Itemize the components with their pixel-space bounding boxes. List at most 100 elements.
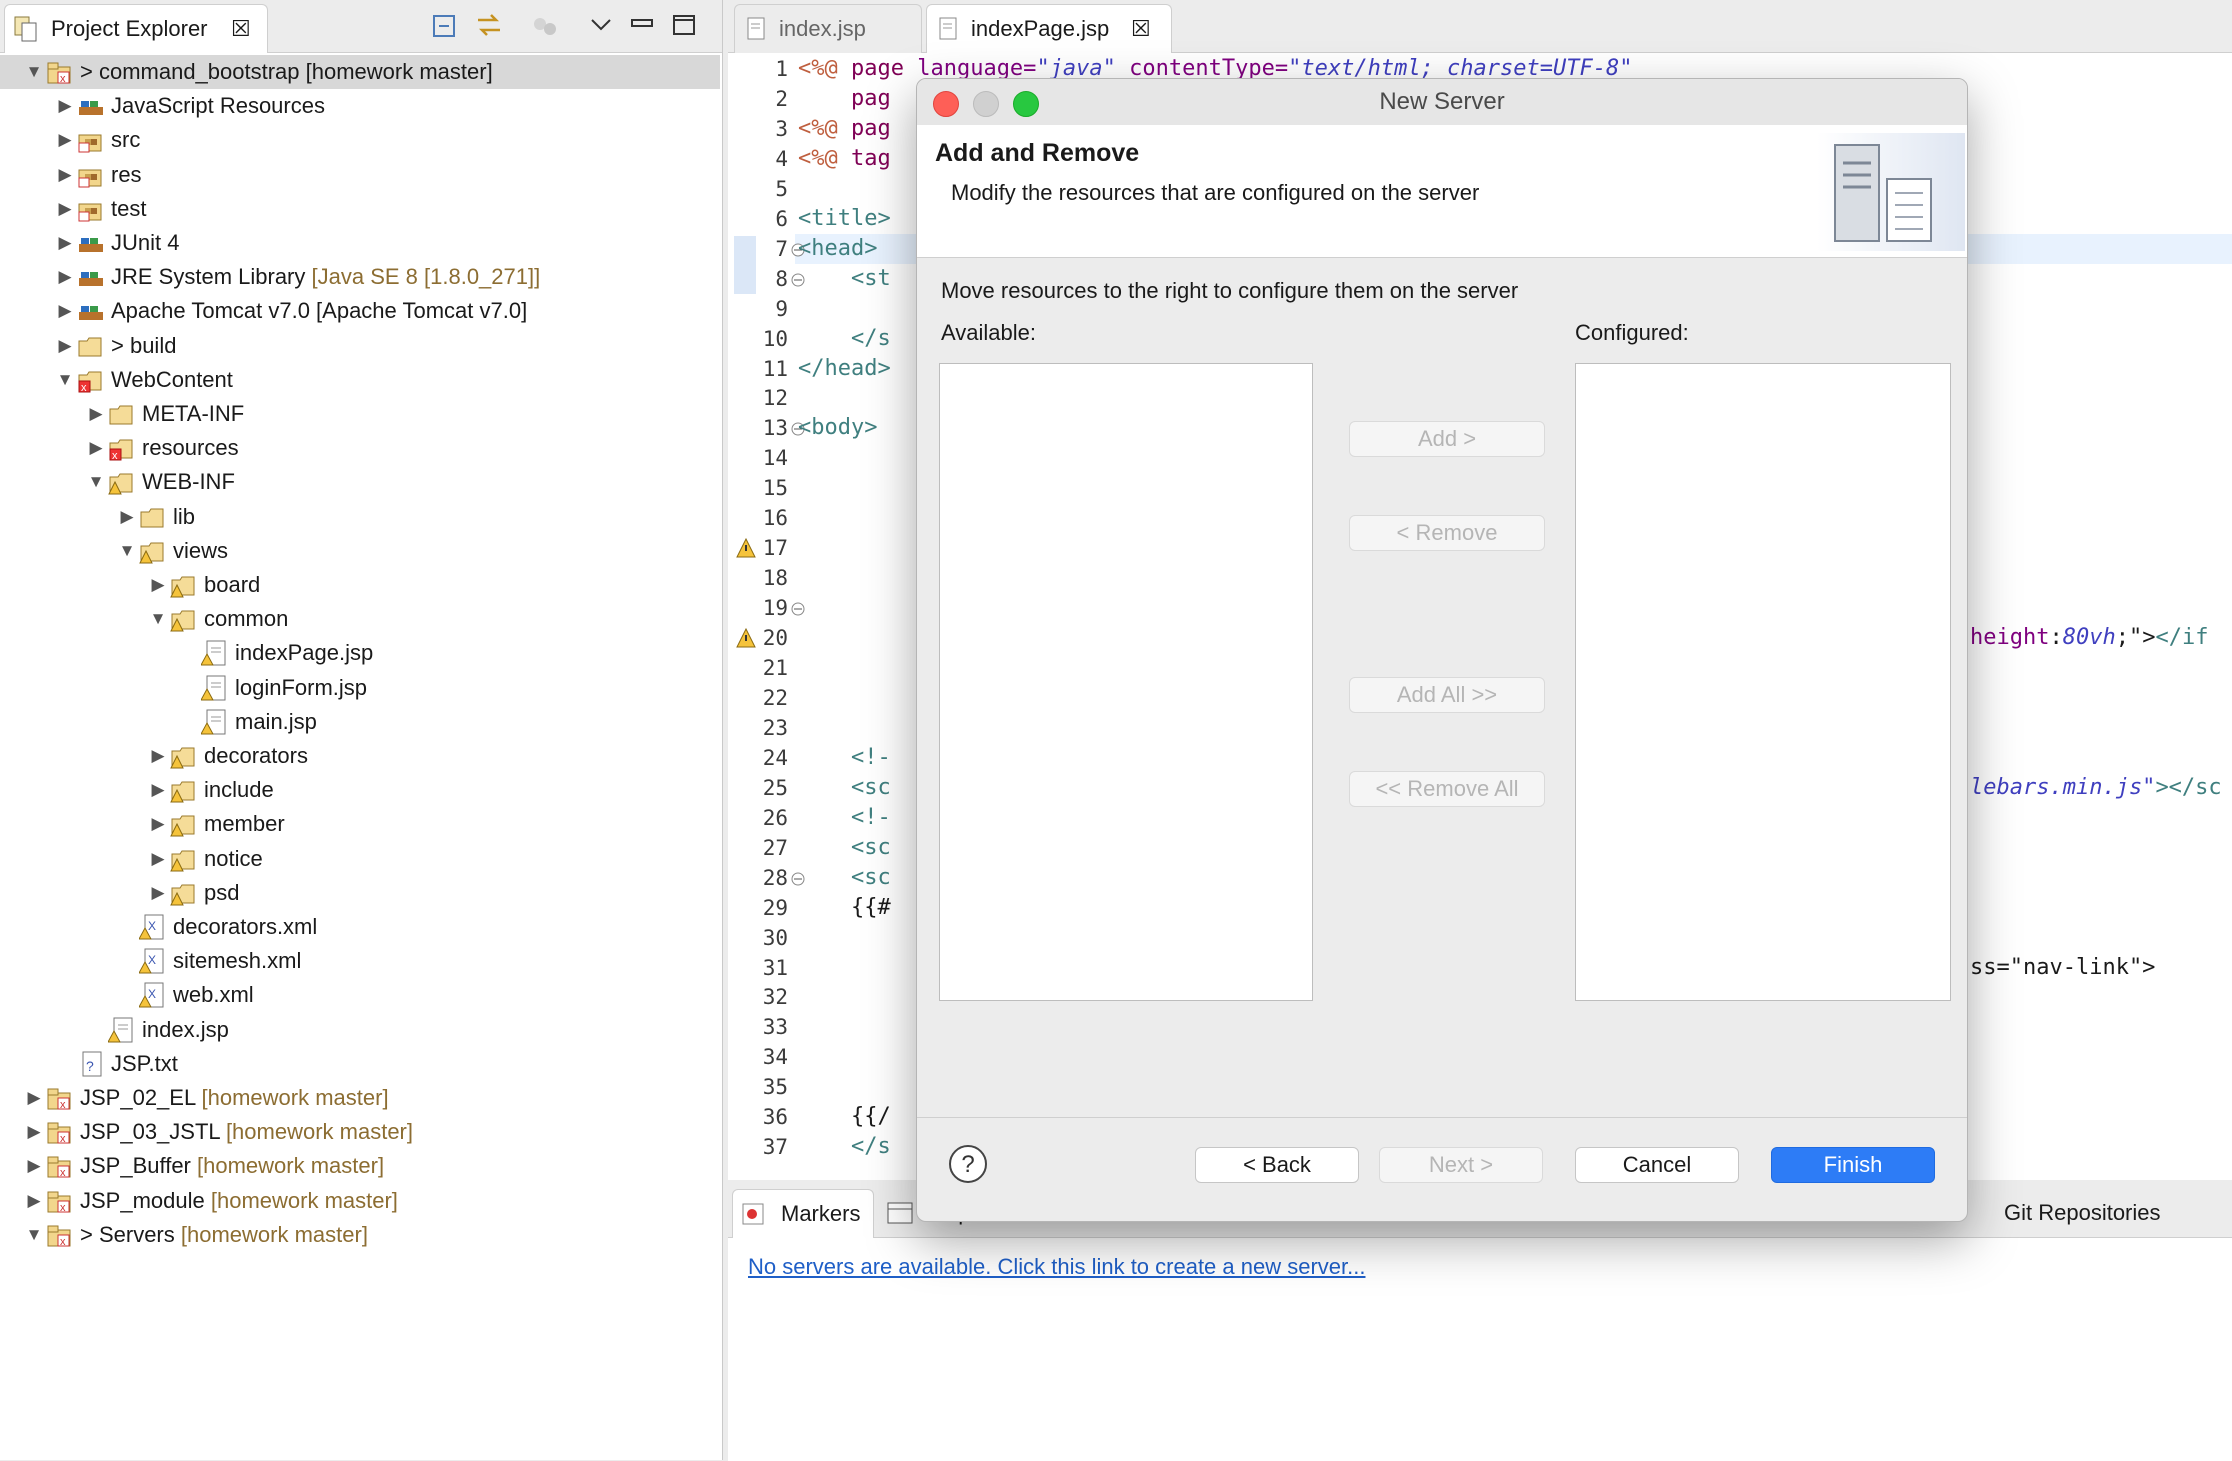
collapse-all-icon[interactable] [430,12,460,42]
tree-item[interactable]: loginForm.jsp [0,671,720,705]
tree-item[interactable]: ▼ x WebContent [0,363,720,397]
tree-item[interactable]: index.jsp [0,1013,720,1047]
tree-item[interactable]: ▶ decorators [0,739,720,773]
tree-item[interactable]: ▶ JavaScript Resources [0,89,720,123]
editor-tab-indexpage-jsp[interactable]: indexPage.jsp ☒ [926,4,1172,53]
tree-item[interactable]: ▶ include [0,773,720,807]
tree-item[interactable]: ▶ Apache Tomcat v7.0 [Apache Tomcat v7.0] [0,294,720,328]
filter-icon[interactable] [530,12,560,42]
project-explorer-tab[interactable]: Project Explorer ☒ [4,4,268,53]
expanded-twisty-icon[interactable]: ▼ [117,534,137,568]
tree-item[interactable]: ▶ res [0,158,720,192]
tree-item[interactable]: ▶ board [0,568,720,602]
collapsed-twisty-icon[interactable]: ▶ [86,397,106,431]
maximize-icon[interactable] [670,10,700,40]
close-icon[interactable]: ☒ [231,5,251,53]
help-icon[interactable]: ? [947,1143,989,1190]
tree-item[interactable]: ▶ test [0,192,720,226]
tree-item[interactable]: ? JSP.txt [0,1047,720,1081]
close-icon[interactable]: ☒ [1131,5,1151,53]
tree-item[interactable]: ▶ x JSP_03_JSTL [homework master] [0,1115,720,1149]
tree-item[interactable]: ▶ x JSP_module [homework master] [0,1184,720,1218]
collapsed-twisty-icon[interactable]: ▶ [55,158,75,192]
collapsed-twisty-icon[interactable]: ▶ [55,192,75,226]
collapsed-twisty-icon[interactable]: ▶ [55,329,75,363]
tree-item[interactable]: ▶ > build [0,329,720,363]
collapsed-twisty-icon[interactable]: ▶ [148,807,168,841]
tree-item[interactable]: ▼ x > command_bootstrap [homework master] [0,55,720,89]
folder-warning-icon [170,777,198,803]
tree-item-label: psd [204,880,240,905]
git-repositories-tab-label[interactable]: Git Repositories [2004,1189,2161,1237]
tree-item[interactable]: ▶ META-INF [0,397,720,431]
collapsed-twisty-icon[interactable]: ▶ [148,876,168,910]
remove-all-button[interactable]: << Remove All [1349,771,1545,807]
add-button[interactable]: Add > [1349,421,1545,457]
collapsed-twisty-icon[interactable]: ▶ [55,294,75,328]
warning-icon[interactable] [736,627,756,654]
tree-item[interactable]: ▶ x JSP_Buffer [homework master] [0,1149,720,1183]
collapsed-twisty-icon[interactable]: ▶ [55,123,75,157]
tree-item[interactable]: ▼ common [0,602,720,636]
collapsed-twisty-icon[interactable]: ▶ [55,226,75,260]
tree-item[interactable]: main.jsp [0,705,720,739]
line-number: 2 [775,87,788,111]
tree-item[interactable]: ▶ psd [0,876,720,910]
collapsed-twisty-icon[interactable]: ▶ [24,1115,44,1149]
collapsed-twisty-icon[interactable]: ▶ [148,842,168,876]
expanded-twisty-icon[interactable]: ▼ [24,1218,44,1252]
jsp-file-icon [747,17,767,46]
project-icon: x [46,1119,74,1145]
collapsed-twisty-icon[interactable]: ▶ [86,431,106,465]
project-icon: x [46,1153,74,1179]
add-all-button[interactable]: Add All >> [1349,677,1545,713]
expanded-twisty-icon[interactable]: ▼ [86,465,106,499]
finish-button[interactable]: Finish [1771,1147,1935,1183]
collapsed-twisty-icon[interactable]: ▶ [148,739,168,773]
tree-item[interactable]: Xdecorators.xml [0,910,720,944]
tree-item[interactable]: Xweb.xml [0,978,720,1012]
expanded-twisty-icon[interactable]: ▼ [148,602,168,636]
tree-item[interactable]: ▶ lib [0,500,720,534]
tree-item[interactable]: ▶ notice [0,842,720,876]
tree-item[interactable]: ▼ x > Servers [homework master] [0,1218,720,1252]
expanded-twisty-icon[interactable]: ▼ [55,363,75,397]
close-window-icon[interactable] [933,91,959,117]
folder-icon [108,401,136,427]
collapsed-twisty-icon[interactable]: ▶ [24,1184,44,1218]
tree-item[interactable]: indexPage.jsp [0,636,720,670]
tree-item[interactable]: Xsitemesh.xml [0,944,720,978]
tree-item[interactable]: ▶ x JSP_02_EL [homework master] [0,1081,720,1115]
collapsed-twisty-icon[interactable]: ▶ [148,568,168,602]
expanded-twisty-icon[interactable]: ▼ [24,55,44,89]
tree-item[interactable]: ▶ src [0,123,720,157]
collapsed-twisty-icon[interactable]: ▶ [24,1081,44,1115]
collapsed-twisty-icon[interactable]: ▶ [117,500,137,534]
tree-item[interactable]: ▶ member [0,807,720,841]
fold-collapse-icon[interactable] [790,601,806,622]
link-with-editor-icon[interactable] [474,10,504,40]
tree-item[interactable]: ▶ JUnit 4 [0,226,720,260]
warning-icon[interactable] [736,537,756,564]
view-menu-icon[interactable] [586,10,616,40]
remove-button[interactable]: < Remove [1349,515,1545,551]
collapsed-twisty-icon[interactable]: ▶ [24,1149,44,1183]
minimize-icon[interactable] [628,10,658,40]
collapsed-twisty-icon[interactable]: ▶ [55,260,75,294]
cancel-button[interactable]: Cancel [1575,1147,1739,1183]
editor-tab-index-jsp[interactable]: index.jsp [734,4,922,53]
zoom-window-icon[interactable] [1013,91,1039,117]
tree-item[interactable]: ▼ WEB-INF [0,465,720,499]
collapsed-twisty-icon[interactable]: ▶ [55,89,75,123]
available-list[interactable] [939,363,1313,1001]
project-explorer-icon [13,15,39,43]
markers-tab[interactable]: Markers [732,1189,874,1238]
configured-list[interactable] [1575,363,1951,1001]
collapsed-twisty-icon[interactable]: ▶ [148,773,168,807]
create-server-link[interactable]: No servers are available. Click this lin… [748,1250,1365,1284]
tree-item[interactable]: ▶ JRE System Library [Java SE 8 [1.8.0_27… [0,260,720,294]
tree-item[interactable]: ▼ views [0,534,720,568]
back-button[interactable]: < Back [1195,1147,1359,1183]
tree-item[interactable]: ▶ x resources [0,431,720,465]
next-button[interactable]: Next > [1379,1147,1543,1183]
